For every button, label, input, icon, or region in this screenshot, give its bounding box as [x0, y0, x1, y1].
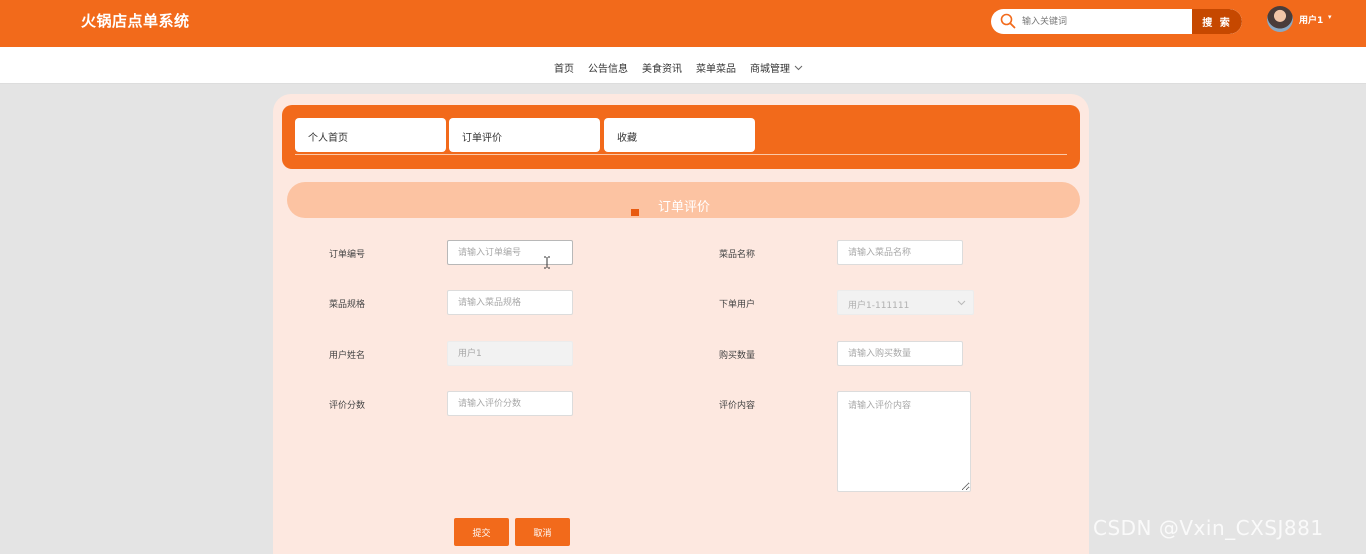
nav-item-notice[interactable]: 公告信息	[588, 60, 628, 75]
order-user-select-value: 用户1-111111	[848, 301, 910, 311]
content-label: 评价内容	[719, 401, 756, 411]
nav-item-menu-dishes[interactable]: 菜单菜品	[696, 60, 736, 75]
dish-name-input[interactable]	[837, 240, 963, 265]
tab-favorites[interactable]: 收藏	[604, 118, 755, 152]
user-menu-caret-icon[interactable]: ▾	[1328, 13, 1332, 21]
score-label: 评价分数	[329, 401, 366, 411]
search-box: 搜 索	[991, 9, 1242, 34]
tab-divider	[295, 154, 1067, 155]
score-input[interactable]	[447, 391, 573, 416]
order-user-label: 下单用户	[719, 300, 756, 310]
dish-spec-label: 菜品规格	[329, 300, 366, 310]
order-no-input[interactable]	[447, 240, 573, 265]
section-marker	[631, 209, 639, 216]
submit-button[interactable]: 提交	[454, 518, 509, 546]
dish-name-label: 菜品名称	[719, 250, 756, 260]
dish-spec-input[interactable]	[447, 290, 573, 315]
chevron-down-icon	[957, 300, 966, 306]
tab-order-review[interactable]: 订单评价	[449, 118, 600, 152]
section-title: 订单评价	[657, 200, 710, 215]
text-cursor-icon	[544, 256, 550, 269]
search-input[interactable]	[1022, 9, 1187, 34]
search-button[interactable]: 搜 索	[1192, 9, 1242, 34]
nav-item-mall-manage-label: 商城管理	[750, 64, 790, 75]
user-name-input	[447, 341, 573, 366]
search-icon	[1000, 13, 1016, 29]
quantity-input[interactable]	[837, 341, 963, 366]
user-menu-label[interactable]: 用户1	[1299, 13, 1323, 26]
quantity-label: 购买数量	[719, 351, 756, 361]
nav-item-food-news[interactable]: 美食资讯	[642, 60, 682, 75]
top-bar: 火锅店点单系统 搜 索 用户1 ▾	[0, 0, 1366, 47]
order-no-label: 订单编号	[329, 250, 366, 260]
tab-personal-home[interactable]: 个人首页	[295, 118, 446, 152]
avatar[interactable]	[1267, 6, 1293, 32]
watermark: CSDN @Vxin_CXSJ881	[1093, 516, 1324, 540]
nav-bar: 首页 公告信息 美食资讯 菜单菜品 商城管理	[0, 47, 1366, 84]
cancel-button[interactable]: 取消	[515, 518, 570, 546]
nav-item-home[interactable]: 首页	[554, 60, 574, 75]
chevron-down-icon	[794, 65, 803, 71]
app-title: 火锅店点单系统	[81, 12, 190, 30]
order-user-select[interactable]: 用户1-111111	[837, 290, 974, 315]
nav-item-mall-manage[interactable]: 商城管理	[750, 60, 803, 75]
content-textarea[interactable]	[837, 391, 971, 492]
user-name-label: 用户姓名	[329, 351, 366, 361]
